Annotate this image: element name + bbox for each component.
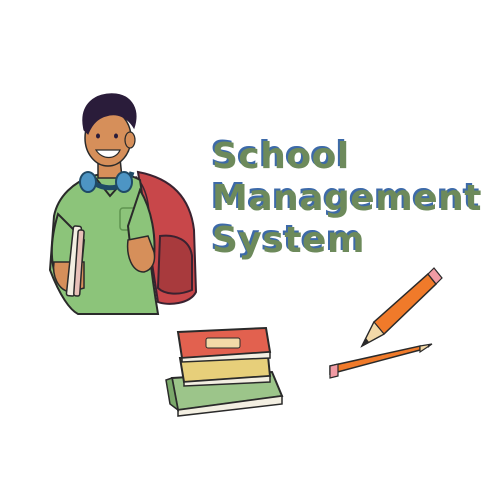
poster-canvas: School Management System bbox=[0, 0, 500, 500]
pencils-illustration bbox=[329, 267, 443, 379]
pencil-icon bbox=[360, 267, 443, 348]
pencil-icon bbox=[329, 343, 433, 379]
